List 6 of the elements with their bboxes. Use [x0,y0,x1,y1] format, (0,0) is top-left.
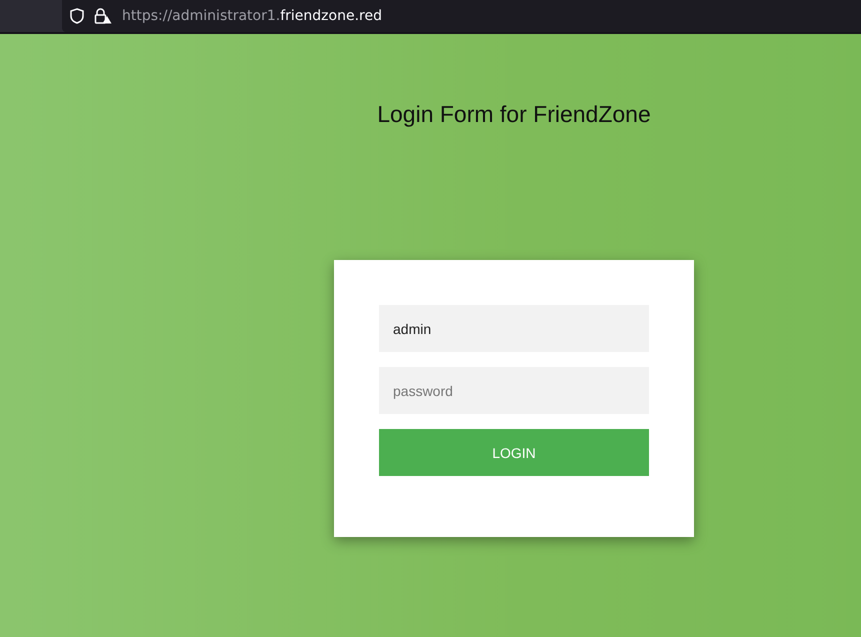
shield-icon [70,8,84,24]
page-title: Login Form for FriendZone [377,101,651,128]
lock-warning-icon [94,8,112,24]
password-field[interactable]: password [379,367,649,414]
username-field[interactable]: admin [379,305,649,352]
url-text[interactable]: https://administrator1.friendzone.red [122,8,382,24]
